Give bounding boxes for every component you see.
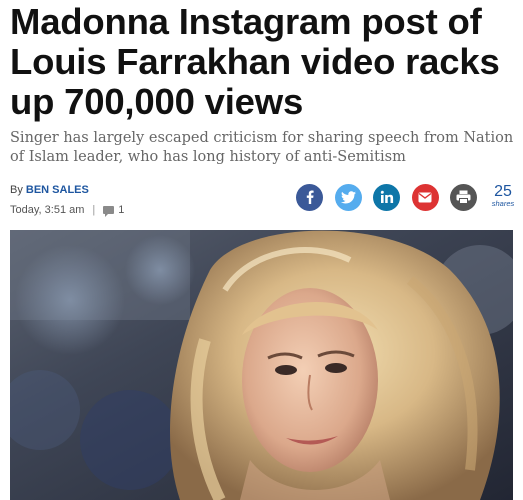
article-photo-image [10,230,513,500]
byline: By BEN SALES [10,183,270,197]
envelope-icon [418,192,432,202]
linkedin-share-button[interactable] [373,183,400,211]
twitter-icon [340,190,356,203]
printer-icon [456,190,471,204]
twitter-share-button[interactable] [334,183,362,211]
comment-count[interactable]: 1 [118,203,124,217]
byline-prefix: By [10,184,23,196]
facebook-share-button[interactable] [296,183,323,211]
article-photo [10,230,513,500]
publish-timestamp: Today, 3:51 am [10,204,85,216]
share-count-label: shares [491,199,515,208]
comment-icon[interactable] [103,206,115,217]
share-bar [296,183,489,211]
byline-block: By BEN SALES Today, 3:51 am | 1 [10,183,270,217]
facebook-icon [306,190,314,204]
meta-separator: | [92,204,96,216]
author-link[interactable]: BEN SALES [26,184,89,196]
share-count: 25 shares [488,183,518,208]
print-button[interactable] [450,183,477,211]
share-count-number: 25 [494,183,512,200]
article-headline: Madonna Instagram post of Louis Farrakha… [10,1,500,122]
email-share-button[interactable] [411,183,439,211]
article-subhead: Singer has largely escaped criticism for… [10,130,514,165]
linkedin-icon [380,190,393,203]
article-meta: Today, 3:51 am | 1 [10,203,270,217]
